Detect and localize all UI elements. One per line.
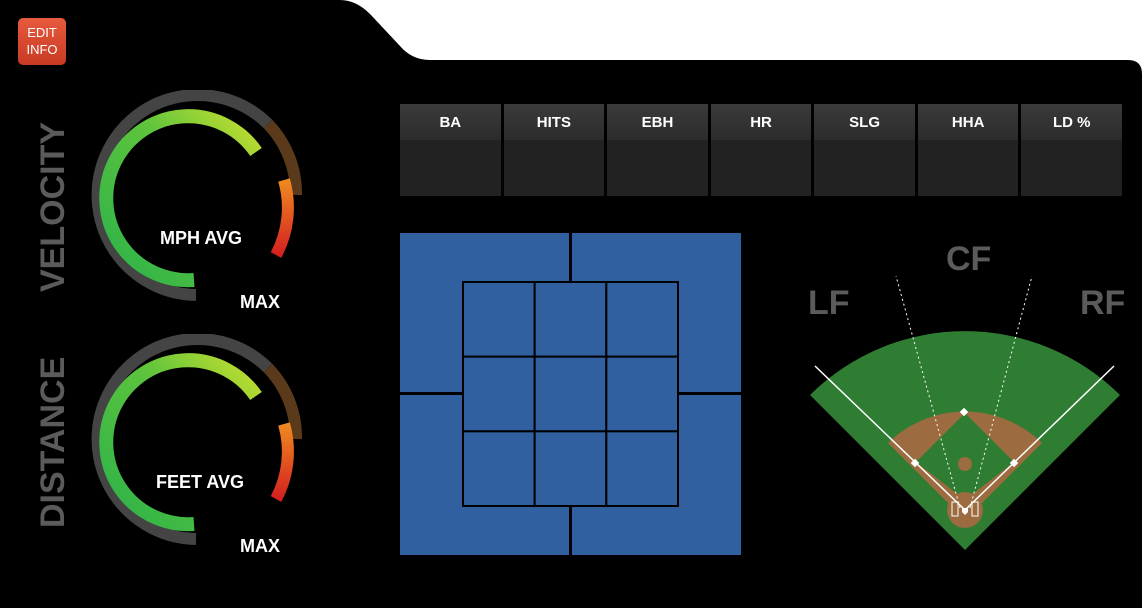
stat-value (814, 140, 915, 196)
stat-header: BA (400, 104, 501, 140)
zone-inner-cell-6[interactable] (605, 355, 679, 433)
stats-table: BA HITS EBH HR SLG HHA LD % (400, 104, 1123, 196)
zone-inner-cell-4[interactable] (462, 355, 536, 433)
strike-zone (400, 233, 741, 555)
stat-column-ba: BA (400, 104, 501, 196)
distance-gauge-arcs (91, 334, 303, 545)
zone-inner-cell-3[interactable] (605, 281, 679, 358)
stat-header: HR (710, 104, 812, 140)
stat-value (607, 140, 708, 196)
stat-column-ebh: EBH (607, 104, 708, 196)
distance-avg-label: FEET AVG (156, 472, 245, 492)
stat-header: SLG (814, 104, 915, 140)
edit-info-line2: INFO (26, 42, 58, 57)
stat-value (917, 140, 1019, 196)
velocity-gauge: MPH AVG MAX (86, 90, 316, 312)
stat-column-slg: SLG (814, 104, 915, 196)
edit-info-line1: EDIT (27, 25, 57, 40)
zone-inner-cell-9[interactable] (605, 430, 679, 507)
velocity-max-label: MAX (240, 292, 280, 312)
zone-inner-cell-5[interactable] (533, 355, 608, 433)
stat-header: LD % (1021, 104, 1123, 140)
stat-column-hr: HR (710, 104, 812, 196)
field-label-rf: RF (1080, 284, 1126, 322)
distance-gauge: FEET AVG MAX (86, 334, 316, 556)
baseball-field: LF CF RF (800, 230, 1130, 560)
zone-inner-cell-8[interactable] (533, 430, 608, 507)
stat-value (710, 140, 812, 196)
velocity-title: VELOCITY (34, 121, 72, 292)
field-diagram (810, 275, 1120, 550)
stat-column-hha: HHA (917, 104, 1019, 196)
stat-header: EBH (607, 104, 708, 140)
zone-inner-cell-2[interactable] (533, 281, 608, 358)
field-label-lf: LF (808, 284, 850, 322)
stat-column-ld-pct: LD % (1021, 104, 1123, 196)
distance-title: DISTANCE (34, 356, 72, 528)
field-label-cf: CF (946, 240, 992, 278)
stat-value (503, 140, 605, 196)
distance-max-label: MAX (240, 536, 280, 556)
stat-value (1021, 140, 1123, 196)
velocity-gauge-arcs (91, 90, 303, 301)
zone-inner-cell-7[interactable] (462, 430, 536, 507)
stat-column-hits: HITS (503, 104, 605, 196)
stat-value (400, 140, 501, 196)
stat-header: HITS (503, 104, 605, 140)
stat-header: HHA (917, 104, 1019, 140)
zone-inner-cell-1[interactable] (462, 281, 536, 358)
velocity-avg-label: MPH AVG (160, 228, 243, 248)
edit-info-button[interactable]: EDIT INFO (18, 18, 66, 65)
